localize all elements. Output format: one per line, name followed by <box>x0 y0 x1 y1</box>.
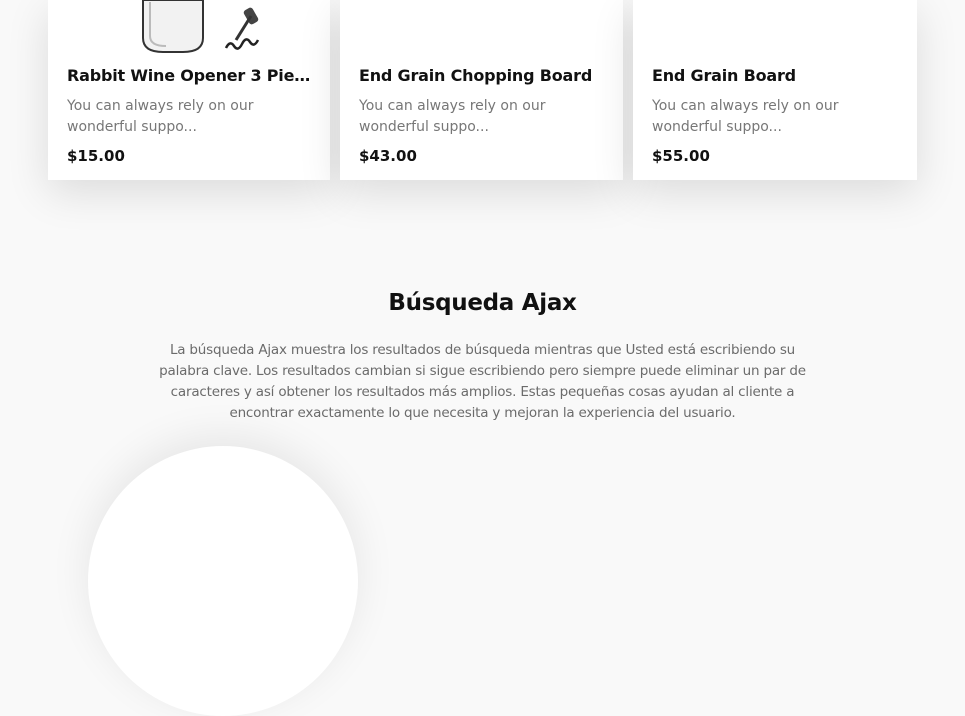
product-grid: Rabbit Wine Opener 3 Piece ... You can a… <box>0 0 965 180</box>
product-card[interactable]: End Grain Chopping Board You can always … <box>340 0 623 180</box>
product-title[interactable]: End Grain Board <box>652 66 902 85</box>
feature-circle-decoration <box>88 446 358 716</box>
product-card[interactable]: End Grain Board You can always rely on o… <box>633 0 917 180</box>
product-price: $15.00 <box>67 147 125 165</box>
section-title: Búsqueda Ajax <box>388 290 577 316</box>
product-description: You can always rely on our wonderful sup… <box>652 98 839 135</box>
product-price: $55.00 <box>652 147 710 165</box>
product-price: $43.00 <box>359 147 417 165</box>
section-description: La búsqueda Ajax muestra los resultados … <box>159 342 806 421</box>
product-description: You can always rely on our wonderful sup… <box>67 98 254 135</box>
wine-opener-image[interactable] <box>138 0 268 56</box>
product-card[interactable]: Rabbit Wine Opener 3 Piece ... You can a… <box>48 0 330 180</box>
product-title[interactable]: End Grain Chopping Board <box>359 66 609 85</box>
product-description: You can always rely on our wonderful sup… <box>359 98 546 135</box>
product-title[interactable]: Rabbit Wine Opener 3 Piece ... <box>67 66 317 85</box>
